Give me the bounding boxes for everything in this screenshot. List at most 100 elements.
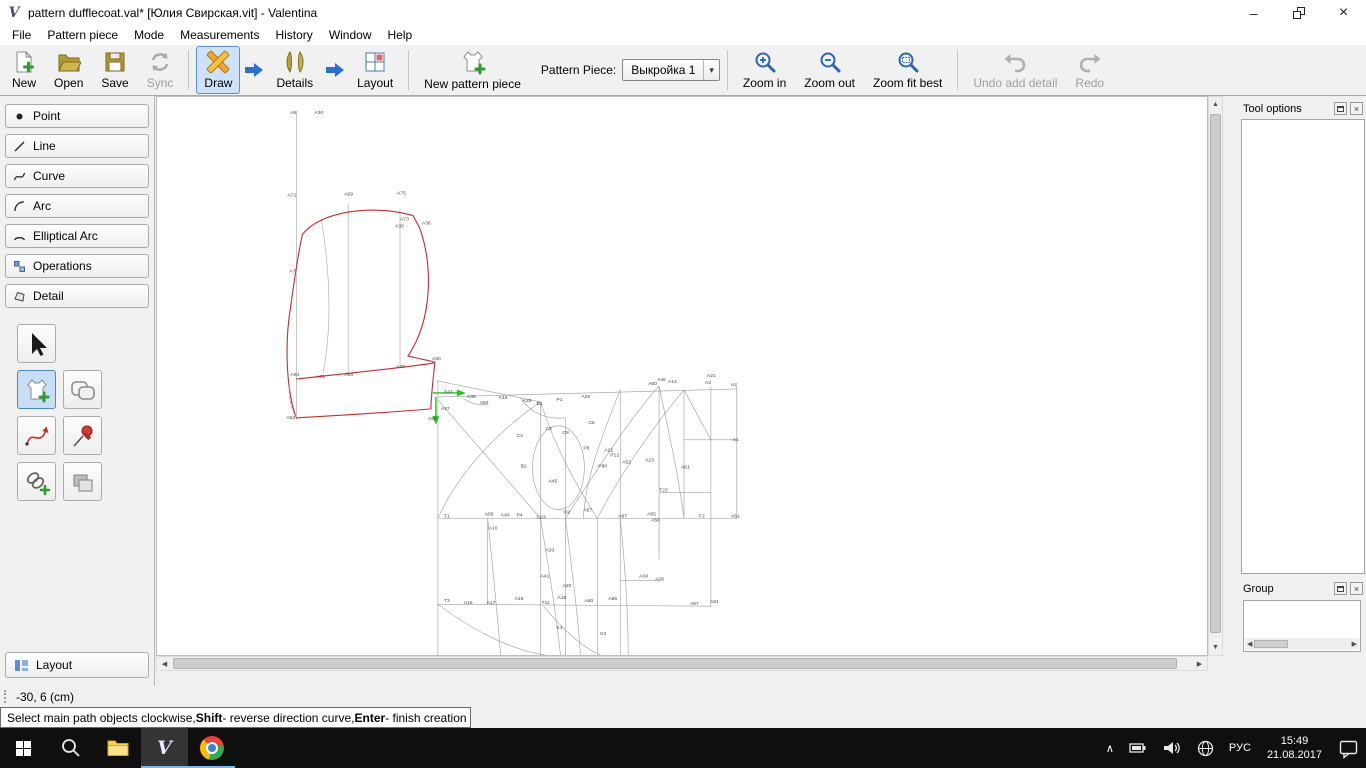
duplicate-detail-icon [69,468,97,496]
group-list[interactable]: ◀ ▶ [1243,600,1361,652]
canvas-horizontal-scrollbar[interactable]: ◀ ▶ [156,656,1208,671]
pin-tool-button[interactable] [63,416,102,455]
language-indicator[interactable]: РУС [1222,728,1258,768]
chrome-icon [200,736,224,760]
close-panel-button[interactable]: × [1350,102,1363,115]
open-button[interactable]: Open [46,46,91,94]
float-panel-button[interactable] [1334,582,1347,595]
svg-text:P80: P80 [598,464,607,470]
network-tray-button[interactable] [1189,728,1222,768]
new-detail-tool-button[interactable] [17,370,56,409]
svg-text:A70: A70 [396,364,405,370]
svg-text:A33: A33 [545,547,554,553]
svg-text:A57: A57 [690,601,699,607]
system-tray: ∧ РУС 15:49 21.08.2017 [1099,728,1366,768]
svg-text:A26: A26 [523,398,532,404]
scroll-down-arrow[interactable]: ▼ [1209,641,1222,654]
new-button[interactable]: New [4,46,44,94]
scroll-right-arrow[interactable]: ▶ [1193,657,1206,670]
zoom-fit-best-button[interactable]: Zoom fit best [865,46,950,94]
draw-mode-button[interactable]: Draw [196,46,240,94]
svg-text:K2: K2 [600,631,606,637]
svg-text:A91: A91 [710,599,719,605]
menu-pattern-piece[interactable]: Pattern piece [39,26,126,44]
tool-options-body [1241,119,1365,574]
category-arc[interactable]: Arc [5,194,149,218]
horizontal-scroll-thumb[interactable] [173,658,1177,669]
group-scroll-thumb[interactable] [1254,640,1288,648]
tray-expand-button[interactable]: ∧ [1099,728,1121,768]
svg-text:A50: A50 [432,356,441,362]
taskbar-search-button[interactable] [47,728,94,768]
menu-help[interactable]: Help [380,26,421,44]
close-button[interactable]: × [1321,0,1366,25]
menu-window[interactable]: Window [321,26,380,44]
elliptical-arc-icon [13,230,26,243]
undo-button[interactable]: Undo add detail [965,46,1065,94]
new-pattern-piece-icon [460,49,486,75]
action-center-button[interactable] [1331,728,1366,768]
group-scrollbar[interactable]: ◀ ▶ [1245,638,1359,650]
taskbar-clock[interactable]: 15:49 21.08.2017 [1258,734,1331,762]
arrow-cursor-tool-button[interactable] [17,324,56,363]
duplicate-detail-tool-button[interactable] [63,462,102,501]
category-line[interactable]: Line [5,134,149,158]
insert-node-tool-button[interactable] [17,462,56,501]
details-mode-button[interactable]: Details [268,46,321,94]
zoom-out-button[interactable]: Zoom out [796,46,863,94]
windows-taskbar: V ∧ РУС 15:49 [0,728,1366,768]
canvas-viewport[interactable]: A9A30A72A69A75A73A35A36A7A64A71A68A70A50… [156,96,1208,656]
bodice-pattern-lines[interactable] [438,380,737,655]
pattern-piece-select[interactable]: Выкройка 1 ▾ [622,59,720,81]
float-panel-button[interactable] [1334,102,1347,115]
category-detail[interactable]: Detail [5,284,149,308]
close-panel-button[interactable]: × [1350,582,1363,595]
scroll-right-arrow[interactable]: ▶ [1352,640,1357,648]
dashed-guide-line [289,386,296,418]
scroll-left-arrow[interactable]: ◀ [1247,640,1252,648]
menu-file[interactable]: File [4,26,39,44]
zoom-in-button[interactable]: Zoom in [735,46,794,94]
svg-text:T11: T11 [542,600,550,606]
scroll-left-arrow[interactable]: ◀ [158,657,171,670]
category-elliptical-arc[interactable]: Elliptical Arc [5,224,149,248]
scroll-up-arrow[interactable]: ▲ [1209,98,1222,111]
restore-button[interactable] [1276,0,1321,25]
taskbar-chrome-button[interactable] [188,728,235,768]
svg-text:A17: A17 [487,600,496,606]
start-button[interactable] [0,728,47,768]
canvas-vertical-scrollbar[interactable]: ▲ ▼ [1208,96,1223,656]
hood-pattern-outline[interactable] [287,210,435,418]
category-operations[interactable]: Operations [5,254,149,278]
category-point[interactable]: Point [5,104,149,128]
menu-measurements[interactable]: Measurements [172,26,267,44]
svg-text:A64: A64 [290,372,299,378]
flow-arrow-icon [323,61,347,79]
redo-button[interactable]: Redo [1067,46,1112,94]
curved-path-tool-button[interactable] [17,416,56,455]
volume-tray-button[interactable] [1155,728,1189,768]
minimize-button[interactable]: – [1231,0,1276,25]
save-button[interactable]: Save [93,46,136,94]
menu-mode[interactable]: Mode [126,26,172,44]
union-details-tool-button[interactable] [63,370,102,409]
vertical-scroll-thumb[interactable] [1210,114,1221,633]
menu-history[interactable]: History [267,26,320,44]
detail-icon [13,290,26,303]
taskbar-valentina-button[interactable]: V [141,728,188,768]
svg-text:K1: K1 [556,625,562,631]
svg-text:A3: A3 [705,380,711,386]
point-labels: A9A30A72A69A75A73A35A36A7A64A71A68A70A50… [286,110,739,637]
new-pattern-piece-button[interactable]: New pattern piece [416,45,529,95]
battery-tray-button[interactable] [1121,728,1155,768]
pattern-drawing[interactable]: A9A30A72A69A75A73A35A36A7A64A71A68A70A50… [157,97,1207,655]
svg-text:A35: A35 [395,224,404,230]
layout-panel-button[interactable]: Layout [5,652,149,678]
zoom-fit-icon [896,50,920,74]
draw-pencils-icon [205,50,231,74]
svg-text:C6: C6 [588,420,595,426]
taskbar-file-explorer-button[interactable] [94,728,141,768]
layout-mode-button[interactable]: Layout [349,46,401,94]
sync-button[interactable]: Sync [139,46,182,94]
category-curve[interactable]: Curve [5,164,149,188]
